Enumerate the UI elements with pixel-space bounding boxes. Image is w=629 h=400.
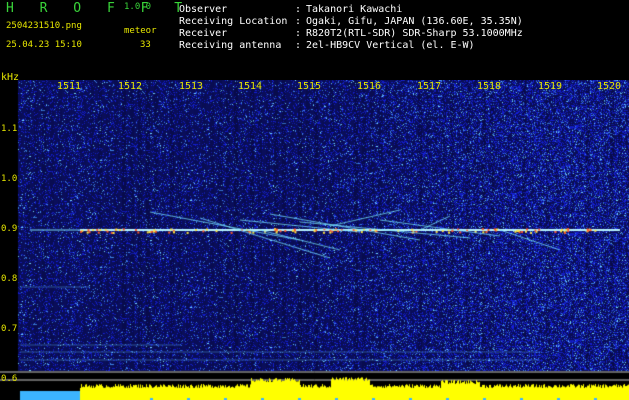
info-key-observer: Observer bbox=[179, 4, 228, 15]
app-logo: H R O F F T bbox=[6, 1, 192, 16]
info-key-location: Receiving Location bbox=[179, 16, 288, 27]
info-value-observer: Takanori Kawachi bbox=[306, 4, 403, 15]
y-tick-label: 0.7 bbox=[1, 324, 18, 334]
info-colon: : bbox=[295, 4, 302, 15]
x-tick-label: 1511 bbox=[57, 81, 82, 92]
info-key-antenna: Receiving antenna bbox=[179, 40, 282, 51]
header-panel: H R O F F T 1.0.0 2504231510.png 25.04.2… bbox=[0, 0, 629, 80]
info-key-receiver: Receiver bbox=[179, 28, 228, 39]
info-colon: : bbox=[295, 28, 302, 39]
info-colon: : bbox=[295, 40, 302, 51]
x-tick-label: 1513 bbox=[179, 81, 204, 92]
meteor-label: meteor bbox=[124, 26, 157, 36]
x-tick-label: 1515 bbox=[297, 81, 322, 92]
meteor-count: 33 bbox=[140, 40, 151, 50]
app-version: 1.0.0 bbox=[124, 2, 152, 12]
x-tick-label: 1512 bbox=[118, 81, 143, 92]
info-value-receiver: R820T2(RTL-SDR) SDR-Sharp 53.1000MHz bbox=[306, 28, 523, 39]
x-tick-label: 1518 bbox=[477, 81, 502, 92]
spectrogram-image bbox=[0, 80, 629, 400]
info-value-location: Ogaki, Gifu, JAPAN (136.60E, 35.35N) bbox=[306, 16, 523, 27]
info-colon: : bbox=[295, 16, 302, 27]
x-tick-label: 1517 bbox=[417, 81, 442, 92]
x-tick-label: 1519 bbox=[538, 81, 563, 92]
capture-datetime: 25.04.23 15:10 bbox=[6, 40, 82, 50]
y-tick-label: 1.0 bbox=[1, 174, 18, 184]
x-tick-label: 1516 bbox=[357, 81, 382, 92]
y-tick-label: 1.1 bbox=[1, 124, 18, 134]
x-tick-label: 1520 bbox=[597, 81, 622, 92]
info-value-antenna: 2el-HB9CV Vertical (el. E-W) bbox=[306, 40, 475, 51]
y-tick-label: 0.9 bbox=[1, 224, 18, 234]
y-tick-label: 0.6 bbox=[1, 374, 18, 384]
y-axis-unit: kHz bbox=[1, 72, 20, 83]
y-tick-label: 0.8 bbox=[1, 274, 18, 284]
file-name: 2504231510.png bbox=[6, 21, 82, 31]
x-tick-label: 1514 bbox=[238, 81, 263, 92]
